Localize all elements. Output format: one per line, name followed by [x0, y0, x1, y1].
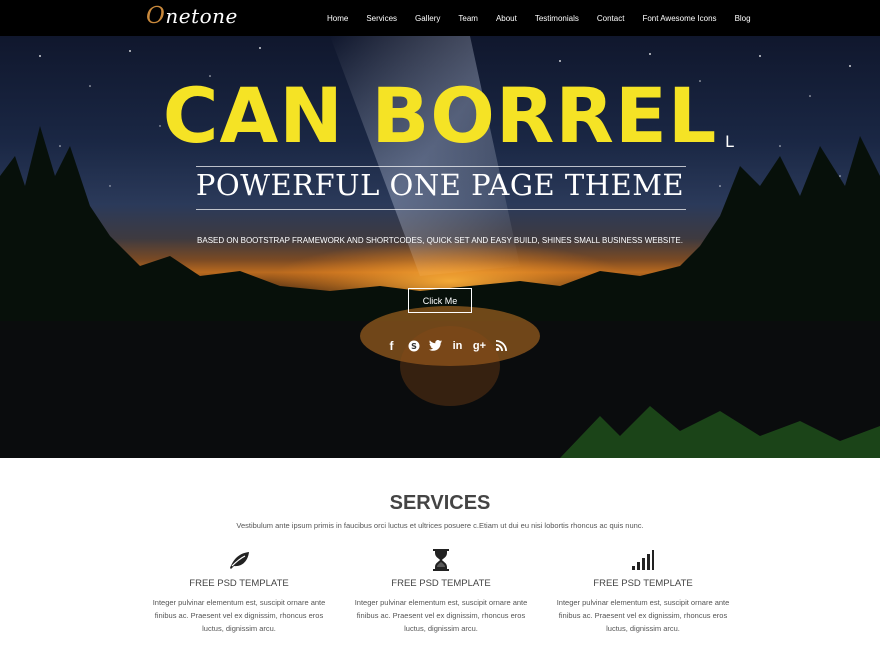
logo-text: netone — [165, 4, 238, 28]
service-card: FREE PSD TEMPLATE Integer pulvinar eleme… — [548, 548, 738, 635]
google-plus-icon[interactable]: g+ — [472, 338, 487, 353]
signal-icon — [548, 548, 738, 572]
hero-headline-tail: L — [725, 132, 734, 151]
linkedin-icon[interactable]: in — [450, 338, 465, 353]
hero-banner: CAN BORREL L POWERFUL ONE PAGE THEME BAS… — [0, 36, 880, 458]
service-card: FREE PSD TEMPLATE Integer pulvinar eleme… — [346, 548, 536, 635]
hero-headline: CAN BORREL — [162, 71, 718, 160]
rss-icon[interactable] — [494, 338, 509, 353]
services-heading: SERVICES — [389, 492, 491, 514]
nav-services[interactable]: Services — [366, 14, 397, 23]
main-menu: Home Services Gallery Team About Testimo… — [318, 0, 760, 36]
nav-font-awesome-icons[interactable]: Font Awesome Icons — [642, 14, 716, 23]
nav-blog[interactable]: Blog — [735, 14, 751, 23]
logo-initial: O — [146, 3, 166, 29]
service-card: FREE PSD TEMPLATE Integer pulvinar eleme… — [144, 548, 334, 635]
site-logo[interactable]: Onetone — [146, 3, 238, 29]
service-title: FREE PSD TEMPLATE — [189, 578, 289, 589]
facebook-icon[interactable]: f — [384, 338, 399, 353]
nav-team[interactable]: Team — [458, 14, 478, 23]
hero-subtitle: POWERFUL ONE PAGE THEME — [195, 168, 685, 202]
service-text: Integer pulvinar elementum est, suscipit… — [354, 598, 528, 633]
services-description: Vestibulum ante ipsum primis in faucibus… — [236, 521, 644, 530]
nav-about[interactable]: About — [496, 14, 517, 23]
nav-gallery[interactable]: Gallery — [415, 14, 440, 23]
leaf-icon — [144, 548, 334, 572]
nav-home[interactable]: Home — [327, 14, 348, 23]
hourglass-icon — [346, 548, 536, 572]
twitter-icon[interactable] — [428, 338, 443, 353]
click-me-button[interactable]: Click Me — [408, 288, 472, 313]
service-title: FREE PSD TEMPLATE — [593, 578, 693, 589]
svg-text:S: S — [411, 342, 417, 351]
service-text: Integer pulvinar elementum est, suscipit… — [152, 598, 326, 633]
subtitle-bottom-rule — [196, 209, 686, 210]
service-title: FREE PSD TEMPLATE — [391, 578, 491, 589]
skype-icon[interactable]: S — [406, 338, 421, 353]
top-navbar: Onetone Home Services Gallery Team About… — [0, 0, 880, 36]
hero-tagline: BASED ON BOOTSTRAP FRAMEWORK AND SHORTCO… — [197, 236, 683, 245]
nav-testimonials[interactable]: Testimonials — [535, 14, 579, 23]
nav-contact[interactable]: Contact — [597, 14, 625, 23]
subtitle-top-rule — [196, 166, 686, 167]
service-text: Integer pulvinar elementum est, suscipit… — [556, 598, 730, 633]
social-links: f S in g+ — [384, 338, 509, 353]
